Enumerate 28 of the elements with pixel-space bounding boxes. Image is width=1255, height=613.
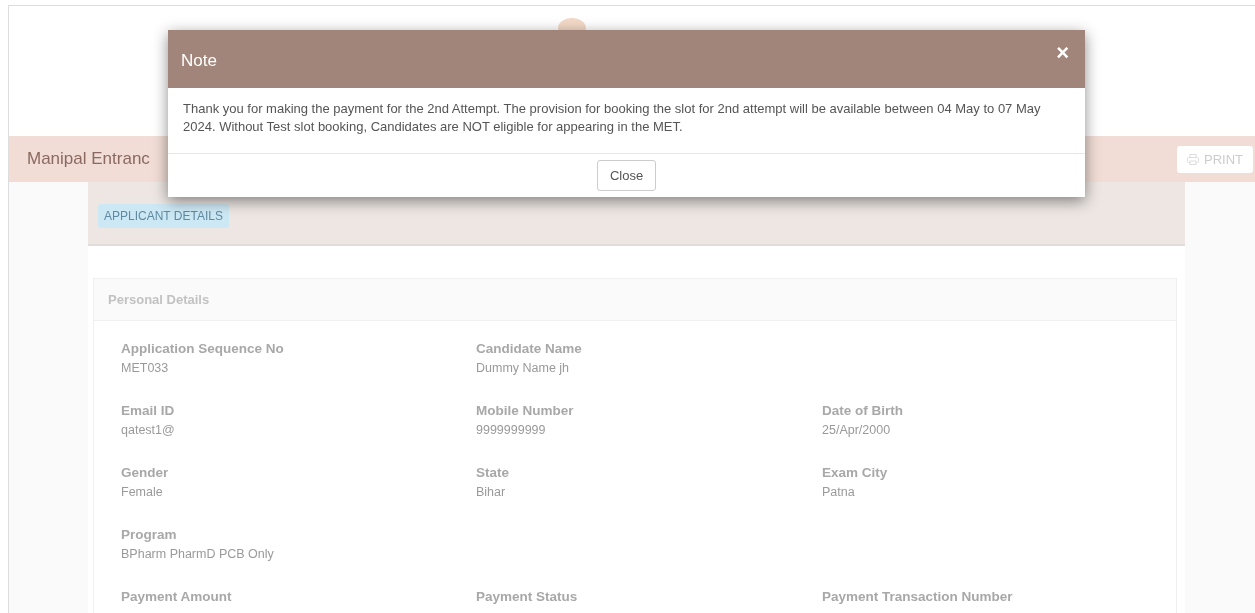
field-value: Female xyxy=(121,485,164,499)
field-value: 25/Apr/2000 xyxy=(822,423,892,437)
field-label: Date of Birth xyxy=(822,403,904,418)
section-tab[interactable]: APPLICANT DETAILS xyxy=(98,204,229,228)
field-label: Gender xyxy=(121,465,170,480)
dialog-message: Thank you for making the payment for the 2nd Attempt. The provision for booking the slot for 2nd attempt will be available between 04 May to 07 May 2024. Without Test slot booking, Candidates are NOT eligible for appearing in the MET. xyxy=(183,100,1042,136)
field-label: Email ID xyxy=(121,403,176,418)
field-label: Candidate Name xyxy=(476,341,583,356)
field-label: State xyxy=(476,465,510,480)
banner-title: Manipal Entranc xyxy=(27,149,150,169)
field-value: Patna xyxy=(822,485,856,499)
dialog-title: Note xyxy=(181,51,217,71)
field-label: Payment Status xyxy=(476,589,579,604)
field-label: Payment Amount xyxy=(121,589,233,604)
field-value: qatest1@ xyxy=(121,423,176,437)
field-value: Bihar xyxy=(476,485,507,499)
field-label: Program xyxy=(121,527,178,542)
printer-icon xyxy=(1187,153,1199,165)
field-label: Exam City xyxy=(822,465,889,480)
field-value: BPharm PharmD PCB Only xyxy=(121,547,275,561)
close-button[interactable]: Close xyxy=(596,160,657,191)
field-label: Application Sequence No xyxy=(121,341,285,356)
field-label: Mobile Number xyxy=(476,403,575,418)
field-value: Dummy Name jh xyxy=(476,361,571,375)
field-value: 9999999999 xyxy=(476,423,547,437)
field-label: Payment Transaction Number xyxy=(822,589,1014,604)
field-value: MET033 xyxy=(121,361,170,375)
panel-title: Personal Details xyxy=(108,292,210,307)
